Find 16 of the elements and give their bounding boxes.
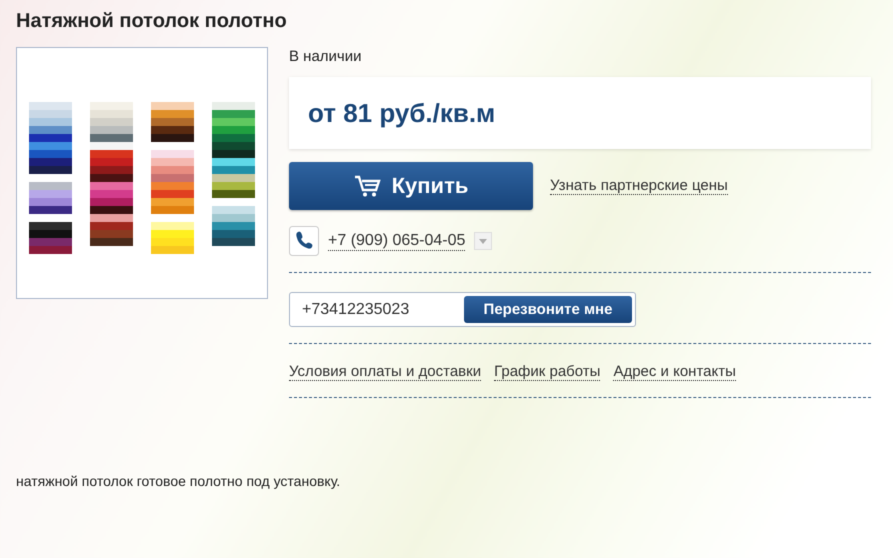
info-link[interactable]: График работы [494,363,600,381]
product-title: Натяжной потолок полотно [16,10,288,33]
partner-prices-link[interactable]: Узнать партнерские цены [550,177,728,195]
callback-button[interactable]: Перезвоните мне [464,296,632,323]
description-text: натяжной потолок готовое полотно под установку. [16,473,342,489]
cart-icon [354,174,382,198]
phone-icon [289,226,319,256]
dropdown-button[interactable] [474,232,492,250]
availability-text: В наличии [289,48,363,65]
phone-number-link[interactable]: +7 (909) 065-04-05 [328,232,466,250]
callback-field[interactable]: +73412235023 Перезвоните мне [289,292,636,327]
caret-icon [479,238,488,244]
price-text: от 81 руб./кв.м [308,98,496,128]
buy-button[interactable]: Купить [289,162,533,210]
info-link[interactable]: Условия оплаты и доставки [289,363,482,381]
info-link[interactable]: Адрес и контакты [613,363,736,381]
